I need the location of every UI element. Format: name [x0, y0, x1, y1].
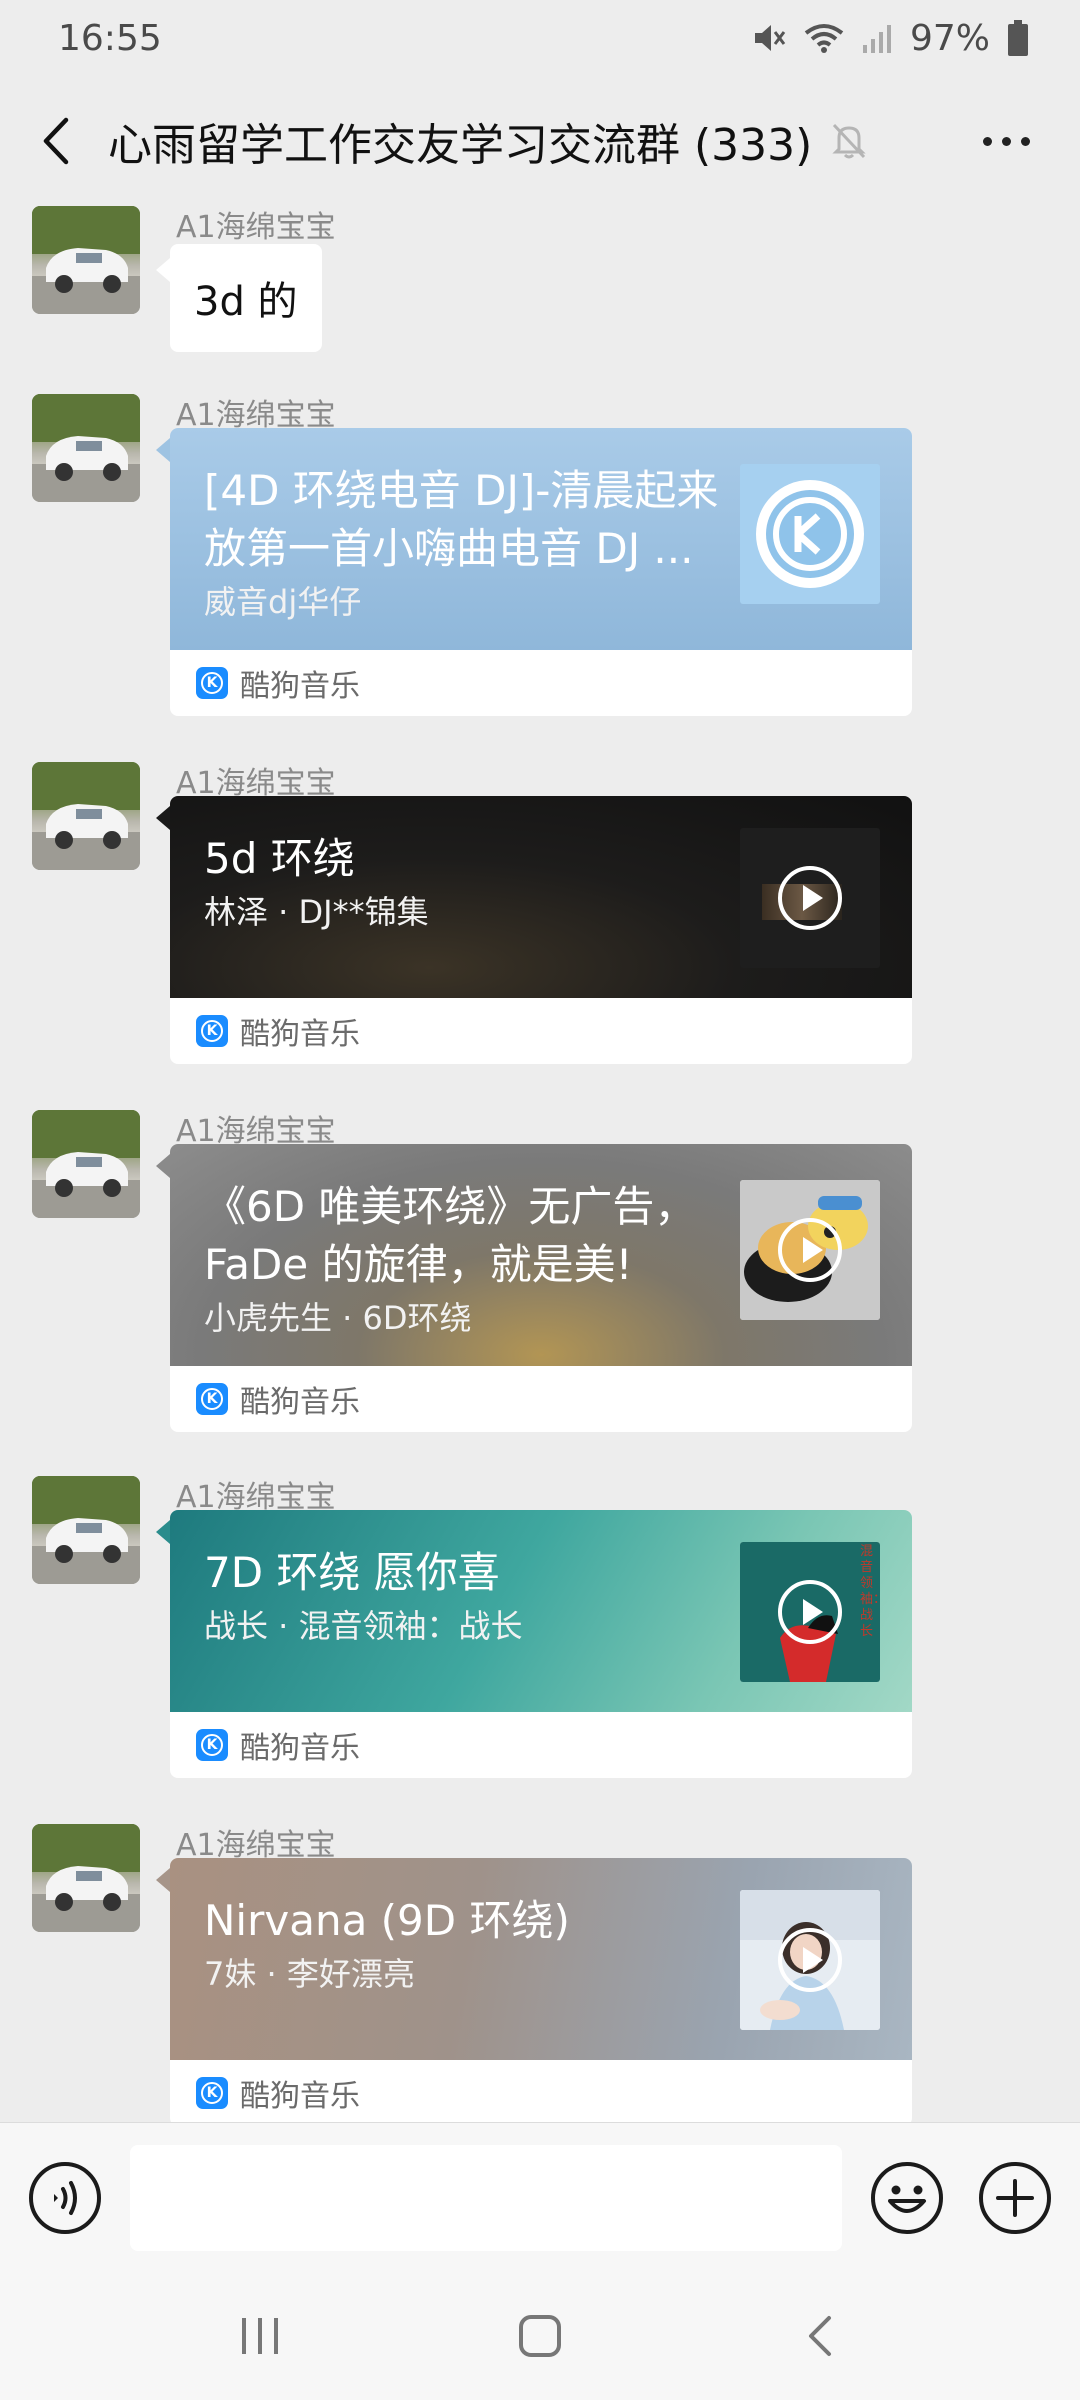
music-title: Nirvana (9D 环绕): [204, 1896, 570, 1945]
music-source-label: 酷狗音乐: [240, 1017, 360, 1052]
wifi-icon: [804, 24, 844, 53]
back-button[interactable]: [0, 76, 110, 206]
message-input[interactable]: [130, 2145, 842, 2251]
home-button[interactable]: [490, 2286, 590, 2386]
avatar[interactable]: [32, 206, 140, 314]
music-title: 《6D 唯美环绕》无广告， FaDe 的旋律，就是美!: [204, 1182, 697, 1289]
music-cover: [740, 1890, 880, 2030]
music-card[interactable]: 5d 环绕 林泽 · DJ**锦集 K 酷狗音乐: [170, 796, 912, 1064]
music-source-label: 酷狗音乐: [240, 1385, 360, 1420]
voice-input-button[interactable]: [28, 2161, 102, 2239]
music-source: K 酷狗音乐: [170, 998, 912, 1064]
more-functions-button[interactable]: [978, 2161, 1052, 2239]
chat-message: A1海绵宝宝 《6D 唯美环绕》无广告， FaDe 的旋律，就是美! 小虎先生 …: [0, 1110, 1080, 1470]
more-dot: [1001, 136, 1011, 146]
emoji-icon: [871, 2162, 943, 2234]
music-cover: [740, 464, 880, 604]
music-card[interactable]: [4D 环绕电音 DJ]-清晨起来放第一首小嗨曲电音 DJ ... 威音dj华仔…: [170, 428, 912, 716]
plus-icon: [979, 2162, 1051, 2234]
music-title: 5d 环绕: [204, 834, 355, 883]
music-source-label: 酷狗音乐: [240, 2079, 360, 2114]
status-time: 16:55: [58, 17, 162, 59]
avatar[interactable]: [32, 394, 140, 502]
music-card[interactable]: Nirvana (9D 环绕) 7妹 · 李好漂亮 K 酷狗音乐: [170, 1858, 912, 2122]
bubble-tail: [156, 806, 170, 830]
music-source: K 酷狗音乐: [170, 2060, 912, 2122]
chat-message-list[interactable]: A1海绵宝宝 3d 的 A1海绵宝宝 [4D 环绕电音 DJ]-清晨起来放第一首…: [0, 206, 1080, 2122]
chat-message: A1海绵宝宝 5d 环绕 林泽 · DJ**锦集 K 酷狗音乐: [0, 762, 1080, 1092]
chat-message: A1海绵宝宝 Nirvana (9D 环绕) 7妹 · 李好漂亮 K 酷狗音乐: [0, 1824, 1080, 2122]
sender-name: A1海绵宝宝: [176, 210, 336, 245]
status-bar: 16:55 97%: [0, 0, 1080, 76]
recent-apps-icon: [242, 2318, 278, 2354]
bubble-tail: [156, 1520, 170, 1544]
chat-message: A1海绵宝宝 3d 的: [0, 206, 1080, 362]
play-icon[interactable]: [777, 865, 843, 931]
bubble-tail: [156, 1868, 170, 1892]
more-options-button[interactable]: [956, 76, 1056, 206]
music-title: [4D 环绕电音 DJ]-清晨起来放第一首小嗨曲电音 DJ ...: [204, 466, 719, 573]
music-source: K 酷狗音乐: [170, 1712, 912, 1778]
kugou-logo-icon: K: [196, 667, 228, 699]
status-icons: 97%: [752, 18, 1028, 59]
music-source-label: 酷狗音乐: [240, 669, 360, 704]
more-dot: [982, 136, 992, 146]
avatar[interactable]: [32, 762, 140, 870]
bubble-tail: [156, 258, 170, 282]
recent-apps-button[interactable]: [210, 2286, 310, 2386]
text-message-bubble[interactable]: 3d 的: [170, 244, 322, 352]
bubble-tail: [156, 1154, 170, 1178]
battery-percent: 97%: [909, 17, 990, 59]
back-arrow-icon: [43, 117, 69, 165]
back-icon: [809, 2316, 831, 2356]
system-back-button[interactable]: [770, 2286, 870, 2386]
chat-message: A1海绵宝宝 7D 环绕 愿你喜 战长 · 混音领袖：战长 混音领袖：战长: [0, 1476, 1080, 1806]
page-title: 心雨留学工作交友学习交流群 (333): [108, 120, 813, 171]
home-icon: [519, 2315, 561, 2357]
kugou-logo-icon: K: [196, 1729, 228, 1761]
music-title: 7D 环绕 愿你喜: [204, 1548, 500, 1597]
music-source: K 酷狗音乐: [170, 650, 912, 716]
kugou-logo-icon: K: [196, 2077, 228, 2109]
avatar[interactable]: [32, 1476, 140, 1584]
play-icon[interactable]: [777, 1579, 843, 1645]
more-dot: [1020, 136, 1030, 146]
music-source: K 酷狗音乐: [170, 1366, 912, 1432]
cover-text: 混音领袖：战长: [860, 1544, 880, 1639]
mute-volume-icon: [754, 25, 786, 51]
chat-header: 心雨留学工作交友学习交流群 (333): [0, 76, 1080, 206]
message-input-bar: [0, 2122, 1080, 2272]
play-icon[interactable]: [777, 1927, 843, 1993]
music-cover: [740, 1180, 880, 1320]
voice-icon: [29, 2162, 101, 2234]
emoji-button[interactable]: [870, 2161, 944, 2239]
music-card[interactable]: 《6D 唯美环绕》无广告， FaDe 的旋律，就是美! 小虎先生 · 6D环绕: [170, 1144, 912, 1432]
music-source-label: 酷狗音乐: [240, 1731, 360, 1766]
kugou-logo-icon: K: [196, 1383, 228, 1415]
system-navigation-bar: [0, 2272, 1080, 2400]
play-icon[interactable]: [777, 1217, 843, 1283]
battery-icon: [1008, 20, 1028, 56]
kugou-logo-icon: K: [196, 1015, 228, 1047]
music-card[interactable]: 7D 环绕 愿你喜 战长 · 混音领袖：战长 混音领袖：战长 K 酷狗音乐: [170, 1510, 912, 1778]
avatar[interactable]: [32, 1110, 140, 1218]
bubble-tail: [156, 438, 170, 462]
avatar[interactable]: [32, 1824, 140, 1932]
music-cover: 混音领袖：战长: [740, 1542, 880, 1682]
signal-icon: [862, 25, 891, 53]
music-cover: [740, 828, 880, 968]
chat-message: A1海绵宝宝 [4D 环绕电音 DJ]-清晨起来放第一首小嗨曲电音 DJ ...…: [0, 394, 1080, 744]
bell-off-icon: [830, 121, 868, 161]
kugou-logo-icon: [756, 480, 864, 588]
